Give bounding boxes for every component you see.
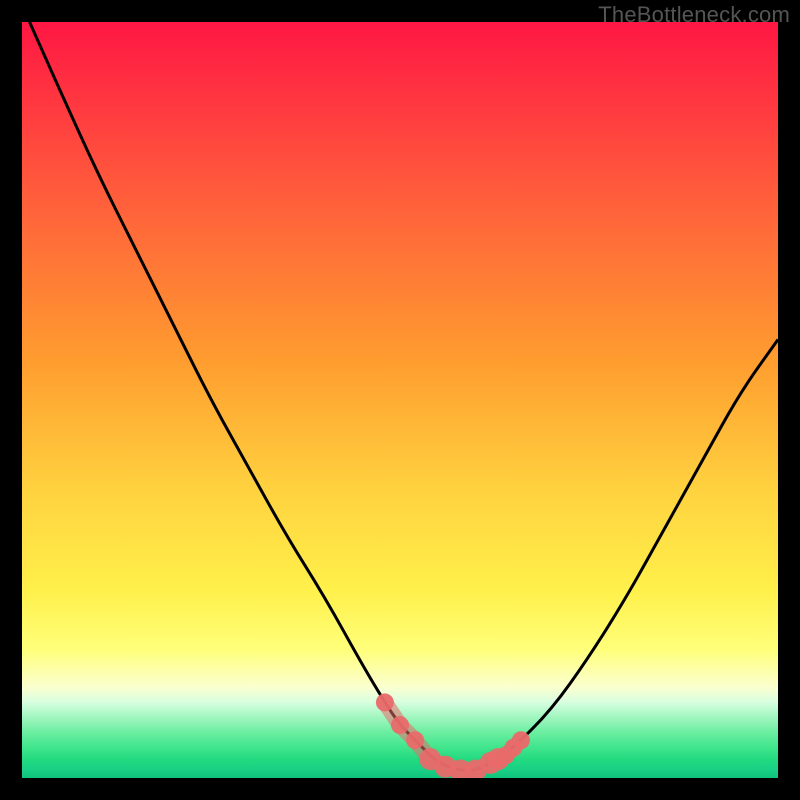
marker-point: [406, 731, 424, 749]
watermark-text: TheBottleneck.com: [598, 2, 790, 28]
chart-frame: TheBottleneck.com: [0, 0, 800, 800]
plot-area: [22, 22, 778, 778]
chart-svg: [22, 22, 778, 778]
marker-point: [512, 731, 530, 749]
background-gradient: [22, 22, 778, 778]
marker-point: [376, 693, 394, 711]
marker-point: [391, 716, 409, 734]
